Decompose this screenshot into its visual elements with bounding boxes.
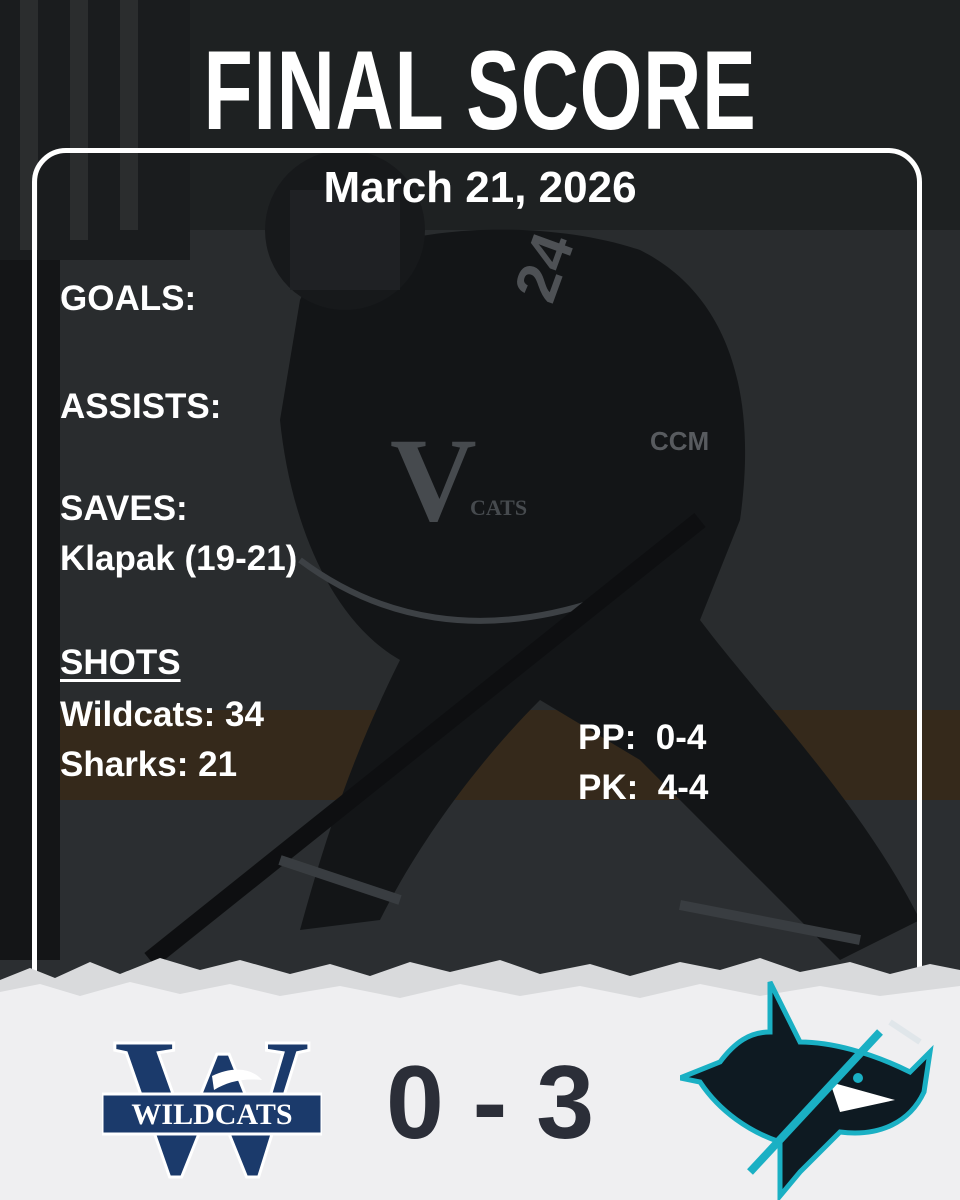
page-title: FINAL SCORE	[203, 28, 757, 153]
assists-label: ASSISTS:	[60, 387, 222, 426]
power-play-stat: PP: 0-4	[578, 718, 707, 757]
game-date: March 21, 2026	[323, 163, 637, 212]
goals-label: GOALS:	[60, 279, 197, 318]
wildcats-logo-name: WILDCATS	[131, 1098, 292, 1131]
saves-label: SAVES:	[60, 489, 188, 528]
shots-away: Sharks: 21	[60, 745, 238, 784]
final-score: 0 - 3	[385, 1045, 595, 1161]
shots-home: Wildcats: 34	[60, 695, 264, 734]
wildcats-logo: W WILDCATS	[102, 1006, 322, 1186]
saves-value: Klapak (19-21)	[60, 539, 298, 578]
shots-label: SHOTS	[60, 643, 181, 682]
penalty-kill-stat: PK: 4-4	[578, 768, 709, 807]
sharks-logo	[680, 980, 934, 1200]
